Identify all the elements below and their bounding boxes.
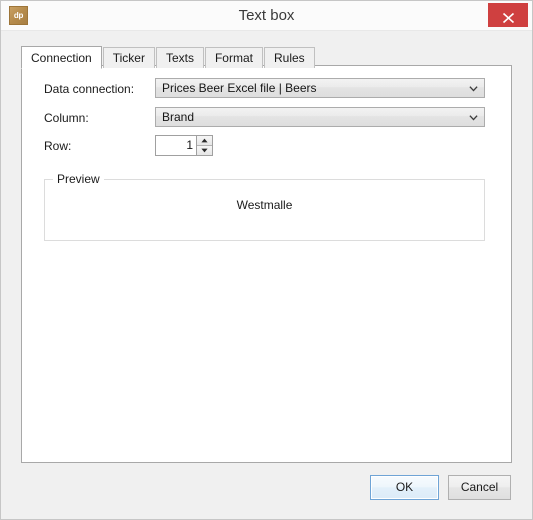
preview-group-title: Preview (53, 172, 104, 186)
column-label: Column: (44, 111, 89, 125)
tab-format[interactable]: Format (204, 47, 263, 68)
tab-texts[interactable]: Texts (155, 47, 204, 68)
row-stepper-buttons (196, 136, 212, 155)
row-increment-button[interactable] (197, 136, 212, 146)
tab-rules[interactable]: Rules (263, 47, 315, 68)
close-button[interactable] (488, 3, 528, 27)
caret-down-icon (201, 148, 208, 153)
column-value: Brand (162, 110, 195, 124)
tab-ticker[interactable]: Ticker (102, 47, 155, 68)
chevron-down-icon (469, 86, 478, 92)
cancel-button[interactable]: Cancel (448, 475, 511, 500)
ok-button[interactable]: OK (370, 475, 439, 500)
caret-up-icon (201, 138, 208, 143)
connection-tab-panel: Data connection: Prices Beer Excel file … (21, 65, 512, 463)
tab-connection[interactable]: Connection (21, 46, 102, 69)
chevron-down-icon (469, 115, 478, 121)
text-box-dialog: dp Text box Connection Ticker Texts Format R… (0, 0, 533, 520)
data-connection-label: Data connection: (44, 82, 135, 96)
close-icon (502, 12, 514, 24)
window-title: Text box (238, 7, 295, 24)
preview-group: Preview Westmalle (44, 172, 485, 241)
column-dropdown[interactable]: Brand (155, 107, 485, 127)
row-value[interactable]: 1 (156, 136, 196, 155)
data-connection-value: Prices Beer Excel file | Beers (162, 81, 317, 95)
row-decrement-button[interactable] (197, 146, 212, 155)
row-stepper[interactable]: 1 (155, 135, 213, 156)
tab-strip: Connection Ticker Texts Format Rules (21, 45, 316, 69)
preview-text: Westmalle (236, 198, 293, 212)
title-bar: dp Text box (1, 1, 532, 31)
row-label: Row: (44, 139, 72, 153)
data-connection-dropdown[interactable]: Prices Beer Excel file | Beers (155, 78, 485, 98)
